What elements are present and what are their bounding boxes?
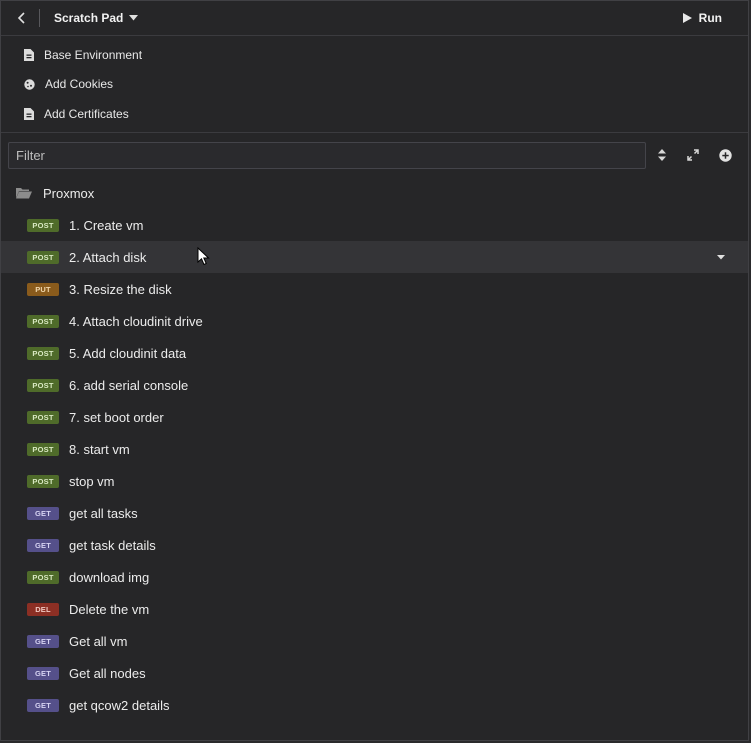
- method-badge: POST: [27, 474, 59, 488]
- add-cookies-label: Add Cookies: [45, 77, 114, 92]
- request-item[interactable]: GET get task details: [1, 529, 748, 561]
- workspace-title: Scratch Pad: [54, 11, 124, 25]
- filter-row: [1, 133, 748, 169]
- request-item[interactable]: POST 5. Add cloudinit data: [1, 337, 748, 369]
- plus-circle-icon: [718, 148, 732, 162]
- environment-file-icon: [24, 48, 34, 61]
- header-divider: [39, 9, 40, 27]
- request-item[interactable]: POST 8. start vm: [1, 433, 748, 465]
- request-label: 2. Attach disk: [69, 249, 147, 265]
- certificate-file-icon: [24, 107, 34, 120]
- request-item[interactable]: POST 1. Create vm: [1, 209, 748, 241]
- method-badge: GET: [27, 538, 59, 552]
- request-label: get task details: [69, 537, 156, 553]
- play-icon: [682, 13, 692, 23]
- request-item[interactable]: GET get all tasks: [1, 497, 748, 529]
- request-tree: Proxmox POST 1. Create vm POST 2. Attach di…: [1, 177, 748, 721]
- method-badge: GET: [27, 698, 59, 712]
- request-item[interactable]: POST 7. set boot order: [1, 401, 748, 433]
- sort-icon: [658, 149, 666, 161]
- request-item[interactable]: POST 4. Attach cloudinit drive: [1, 305, 748, 337]
- expand-icon: [687, 149, 699, 161]
- header-bar: Scratch Pad Run: [1, 1, 748, 36]
- method-badge: POST: [27, 570, 59, 584]
- environment-section: Base Environment Add Cookies Add Certifi…: [1, 36, 748, 133]
- method-badge: GET: [27, 666, 59, 680]
- request-label: 4. Attach cloudinit drive: [69, 313, 203, 329]
- add-certificates-link[interactable]: Add Certificates: [1, 99, 748, 129]
- request-item[interactable]: POST download img: [1, 561, 748, 593]
- request-list: POST 1. Create vm POST 2. Attach disk PUT 3. …: [1, 209, 748, 721]
- method-badge: POST: [27, 314, 59, 328]
- method-badge: DEL: [27, 602, 59, 616]
- request-label: 6. add serial console: [69, 377, 189, 393]
- folder-open-icon: [16, 188, 32, 199]
- cookie-icon: [24, 79, 35, 90]
- run-label: Run: [698, 11, 722, 25]
- back-button[interactable]: [13, 9, 31, 27]
- request-item[interactable]: GET get qcow2 details: [1, 689, 748, 721]
- request-label: get qcow2 details: [69, 697, 170, 713]
- method-badge: POST: [27, 250, 59, 264]
- request-label: Delete the vm: [69, 601, 150, 617]
- filter-input[interactable]: [8, 141, 646, 169]
- method-badge: POST: [27, 378, 59, 392]
- expand-all-button[interactable]: [683, 145, 703, 165]
- request-label: 8. start vm: [69, 441, 130, 457]
- run-button[interactable]: Run: [682, 11, 722, 25]
- request-label: get all tasks: [69, 505, 138, 521]
- method-badge: POST: [27, 442, 59, 456]
- method-badge: PUT: [27, 282, 59, 296]
- add-request-button[interactable]: [715, 145, 735, 165]
- workspace-dropdown[interactable]: Scratch Pad: [54, 11, 139, 25]
- method-badge: POST: [27, 410, 59, 424]
- method-badge: POST: [27, 346, 59, 360]
- request-item[interactable]: PUT 3. Resize the disk: [1, 273, 748, 305]
- method-badge: POST: [27, 218, 59, 232]
- method-badge: GET: [27, 634, 59, 648]
- request-label: Get all nodes: [69, 665, 146, 681]
- request-label: 5. Add cloudinit data: [69, 345, 187, 361]
- app-window: Scratch Pad Run Base Environment Add Coo…: [0, 0, 749, 741]
- request-label: stop vm: [69, 473, 115, 489]
- request-item[interactable]: DEL Delete the vm: [1, 593, 748, 625]
- chevron-left-icon: [17, 12, 25, 24]
- request-actions-dropdown-icon[interactable]: [716, 252, 726, 262]
- request-label: Get all vm: [69, 633, 128, 649]
- sort-button[interactable]: [652, 145, 672, 165]
- method-badge: GET: [27, 506, 59, 520]
- folder-label: Proxmox: [43, 185, 95, 201]
- request-label: 1. Create vm: [69, 217, 144, 233]
- request-label: 3. Resize the disk: [69, 281, 172, 297]
- folder-proxmox[interactable]: Proxmox: [1, 177, 748, 209]
- request-item[interactable]: POST stop vm: [1, 465, 748, 497]
- caret-down-icon: [129, 15, 139, 21]
- base-environment-label: Base Environment: [44, 47, 143, 62]
- request-item[interactable]: GET Get all vm: [1, 625, 748, 657]
- request-item[interactable]: POST 2. Attach disk: [1, 241, 748, 273]
- request-item[interactable]: POST 6. add serial console: [1, 369, 748, 401]
- request-item[interactable]: GET Get all nodes: [1, 657, 748, 689]
- base-environment-link[interactable]: Base Environment: [1, 40, 748, 70]
- add-cookies-link[interactable]: Add Cookies: [1, 70, 748, 100]
- request-label: 7. set boot order: [69, 409, 164, 425]
- request-label: download img: [69, 569, 150, 585]
- add-certificates-label: Add Certificates: [44, 106, 129, 121]
